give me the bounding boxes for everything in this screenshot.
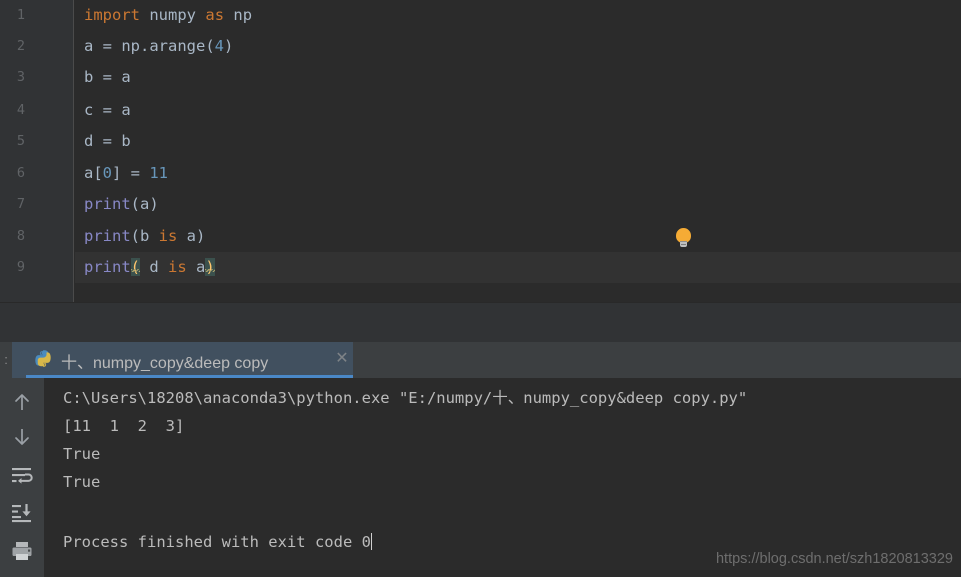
line-number: 2 — [16, 38, 25, 54]
code-token: import — [84, 6, 140, 24]
console-line: [11 1 2 3] — [63, 417, 185, 435]
line-number: 5 — [16, 133, 25, 149]
console-caret — [370, 533, 372, 550]
code-line-6[interactable]: a[0] = 11 — [75, 158, 961, 189]
tool-window-strip-label: : — [4, 352, 8, 367]
run-configuration-tab[interactable]: 十、numpy_copy&deep copy ✕ — [12, 342, 353, 378]
matched-bracket: ) — [205, 258, 215, 276]
code-token: ] = — [112, 164, 150, 182]
code-token: print — [84, 195, 131, 213]
lightbulb-icon[interactable] — [675, 228, 692, 249]
run-console-output[interactable]: C:\Users\18208\anaconda3\python.exe "E:/… — [44, 378, 961, 577]
lightbulb-base — [680, 241, 687, 247]
code-token: numpy — [149, 6, 197, 24]
print-icon[interactable] — [10, 539, 34, 563]
watermark-url: https://blog.csdn.net/szh1820813329 — [715, 551, 953, 567]
line-number: 3 — [16, 69, 25, 85]
code-token: (b — [130, 227, 159, 245]
code-token: ) — [224, 37, 234, 55]
code-line-5[interactable]: d = b — [75, 126, 961, 157]
line-number: 7 — [16, 196, 25, 212]
code-token: a) — [177, 227, 206, 245]
code-line-1[interactable]: import numpy as np — [75, 0, 961, 31]
code-line-3[interactable]: b = a — [75, 62, 961, 93]
line-number: 9 — [16, 259, 25, 275]
code-line-8[interactable]: print(b is a) — [75, 221, 961, 252]
code-token: 4 — [214, 37, 224, 55]
console-line: True — [63, 445, 101, 463]
line-number: 4 — [16, 102, 25, 118]
run-tab-bar: : 十、numpy_copy&deep copy ✕ — [0, 342, 961, 378]
code-token: 0 — [102, 164, 113, 182]
run-tool-window: : 十、numpy_copy&deep copy ✕ C:\Users\1820… — [0, 342, 961, 577]
exit-code-text: Process finished with exit code 0 — [63, 533, 371, 551]
line-number: 6 — [16, 165, 25, 181]
code-token: b = a — [84, 68, 131, 86]
code-token: as — [205, 6, 225, 24]
code-token: is — [168, 258, 187, 276]
scroll-to-end-icon[interactable] — [10, 501, 34, 525]
line-number: 1 — [16, 7, 25, 23]
editor-console-divider — [0, 302, 961, 342]
code-token: a = np.arange( — [84, 37, 215, 55]
code-token: (a) — [130, 195, 159, 213]
code-token: d = b — [84, 132, 131, 150]
code-line-4[interactable]: c = a — [75, 95, 961, 126]
close-icon[interactable]: ✕ — [334, 351, 350, 367]
code-editor[interactable]: 1 2 3 4 5 6 7 8 9 import numpy as np a =… — [0, 0, 961, 302]
code-token: 11 — [149, 164, 169, 182]
arrow-up-icon[interactable] — [10, 390, 34, 414]
console-line: True — [63, 473, 101, 491]
code-token: d — [140, 258, 169, 276]
code-token: c = a — [84, 101, 131, 119]
run-tab-title: 十、numpy_copy&deep copy — [61, 355, 269, 372]
code-line-2[interactable]: a = np.arange(4) — [75, 31, 961, 62]
editor-gutter[interactable]: 1 2 3 4 5 6 7 8 9 — [0, 0, 74, 302]
console-line: C:\Users\18208\anaconda3\python.exe "E:/… — [63, 389, 748, 407]
code-token: is — [158, 227, 178, 245]
soft-wrap-icon[interactable] — [10, 464, 34, 488]
code-area[interactable]: import numpy as np a = np.arange(4) b = … — [75, 0, 961, 302]
matched-bracket: ( — [130, 258, 141, 276]
code-line-9[interactable]: print( d is a) — [75, 252, 961, 283]
python-icon — [35, 350, 51, 367]
code-token: print — [84, 227, 131, 245]
run-side-toolbar — [0, 378, 44, 577]
code-line-7[interactable]: print(a) — [75, 189, 961, 220]
code-token: a[ — [84, 164, 103, 182]
arrow-down-icon[interactable] — [10, 425, 34, 449]
console-line-exit-code: Process finished with exit code 0 — [63, 528, 372, 556]
line-number: 8 — [16, 228, 25, 244]
code-token: print — [84, 258, 131, 276]
code-token: a — [186, 258, 206, 276]
code-token: np — [233, 6, 253, 24]
